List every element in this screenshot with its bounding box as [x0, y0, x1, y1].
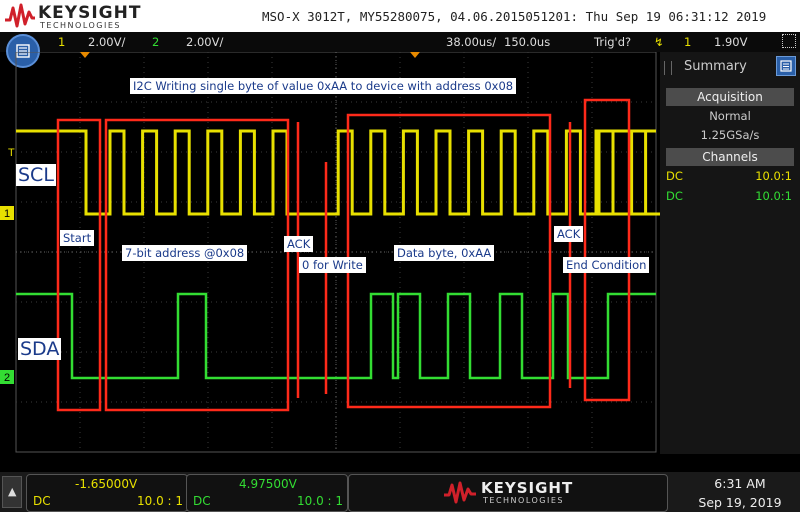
graticule [15, 52, 657, 453]
ch2-number[interactable]: 2 [152, 35, 159, 49]
annotation-write: 0 for Write [299, 257, 366, 273]
instrument-info: MSO-X 3012T, MY55280075, 04.06.201505120… [262, 9, 767, 24]
trigger-level-marker: T [8, 147, 15, 159]
annotation-data: Data byte, 0xAA [394, 245, 495, 261]
clock: 6:31 AM Sep 19, 2019 [690, 476, 790, 510]
brand-box: KEYSIGHT TECHNOLOGIES [348, 474, 668, 512]
ch1-coupling: DC [33, 494, 51, 508]
title-bar: KEYSIGHT TECHNOLOGIES MSO-X 3012T, MY552… [0, 0, 800, 32]
bottom-strip [0, 454, 800, 472]
sda-label: SDA [18, 338, 62, 360]
brand-sub: TECHNOLOGIES [40, 21, 121, 30]
trigger-edge-icon: ↯ [654, 35, 664, 49]
summary-header: Summary [660, 56, 800, 78]
annotation-ack1: ACK [284, 236, 314, 252]
ch2-scale[interactable]: 2.00V/ [186, 35, 223, 49]
sample-rate: 1.25GSa/s [700, 128, 760, 142]
keysight-wave-icon [5, 3, 35, 28]
channel-2-row: DC 10.0:1 [666, 189, 792, 203]
fullscreen-icon[interactable] [782, 34, 796, 48]
collapse-handle-icon[interactable] [664, 61, 672, 75]
annotation-end: End Condition [563, 257, 650, 273]
waveform-display[interactable]: T 1 2 I2C Writing single byte of value 0… [0, 52, 660, 454]
waveform-canvas: T 1 2 [0, 52, 660, 453]
ch2-info-box[interactable]: 4.97500V DC 10.0 : 1 [186, 474, 348, 512]
ch1-scale[interactable]: 2.00V/ [88, 35, 125, 49]
clock-time: 6:31 AM [714, 476, 766, 491]
channel-2-coupling: DC [666, 189, 683, 203]
channel-1-probe: 10.0:1 [755, 169, 792, 183]
ch2-coupling: DC [193, 494, 211, 508]
keysight-wave-icon [444, 481, 476, 504]
delay-readout[interactable]: 150.0us [504, 35, 550, 49]
channel-1-row: DC 10.0:1 [666, 169, 792, 183]
scl-label: SCL [16, 164, 56, 186]
scl-waveform [16, 129, 660, 216]
channels-header: Channels [666, 148, 794, 166]
trigger-status: Trig'd? [594, 35, 632, 49]
ch1-offset: -1.65000V [75, 477, 138, 491]
ch2-offset: 4.97500V [239, 477, 297, 491]
annotation-start: Start [60, 230, 95, 246]
annotation-title: I2C Writing single byte of value 0xAA to… [130, 78, 517, 94]
footer-brand-name: KEYSIGHT [481, 479, 574, 497]
expand-up-button[interactable]: ▲ [2, 476, 22, 508]
trigger-position-marker [80, 52, 420, 58]
ch1-number[interactable]: 1 [58, 35, 65, 49]
ch1-ground-marker[interactable]: 1 [0, 206, 14, 220]
ch1-probe: 10.0 : 1 [137, 494, 184, 508]
summary-panel: Summary Acquisition Normal 1.25GSa/s Cha… [660, 52, 800, 454]
svg-text:2: 2 [4, 372, 10, 384]
acquisition-header: Acquisition [666, 88, 794, 106]
annotation-box [104, 118, 290, 412]
ch1-info-box[interactable]: -1.65000V DC 10.0 : 1 [26, 474, 188, 512]
ch2-probe: 10.0 : 1 [297, 494, 344, 508]
annotation-address: 7-bit address @0x08 [122, 245, 248, 261]
status-bar: 1 2.00V/ 2 2.00V/ 38.00us/ 150.0us Trig'… [0, 32, 800, 52]
keysight-logo: KEYSIGHT TECHNOLOGIES [4, 2, 140, 30]
timebase-readout[interactable]: 38.00us/ [446, 35, 496, 49]
trigger-level[interactable]: 1.90V [714, 35, 747, 49]
arrow-up-icon: ▲ [8, 485, 17, 498]
brand-name: KEYSIGHT [38, 3, 142, 23]
ch2-ground-marker[interactable]: 2 [0, 370, 14, 384]
summary-title: Summary [684, 59, 747, 74]
channel-1-coupling: DC [666, 169, 683, 183]
acquisition-mode: Normal [709, 109, 751, 123]
annotation-box [56, 118, 102, 412]
scl-trace [16, 129, 660, 216]
svg-text:1: 1 [4, 208, 10, 220]
trigger-channel[interactable]: 1 [684, 35, 691, 49]
footer-brand-sub: TECHNOLOGIES [483, 496, 564, 505]
clock-date: Sep 19, 2019 [698, 495, 782, 510]
channel-2-probe: 10.0:1 [755, 189, 792, 203]
annotation-ack2: ACK [554, 226, 584, 242]
summary-menu-icon[interactable] [776, 56, 796, 76]
